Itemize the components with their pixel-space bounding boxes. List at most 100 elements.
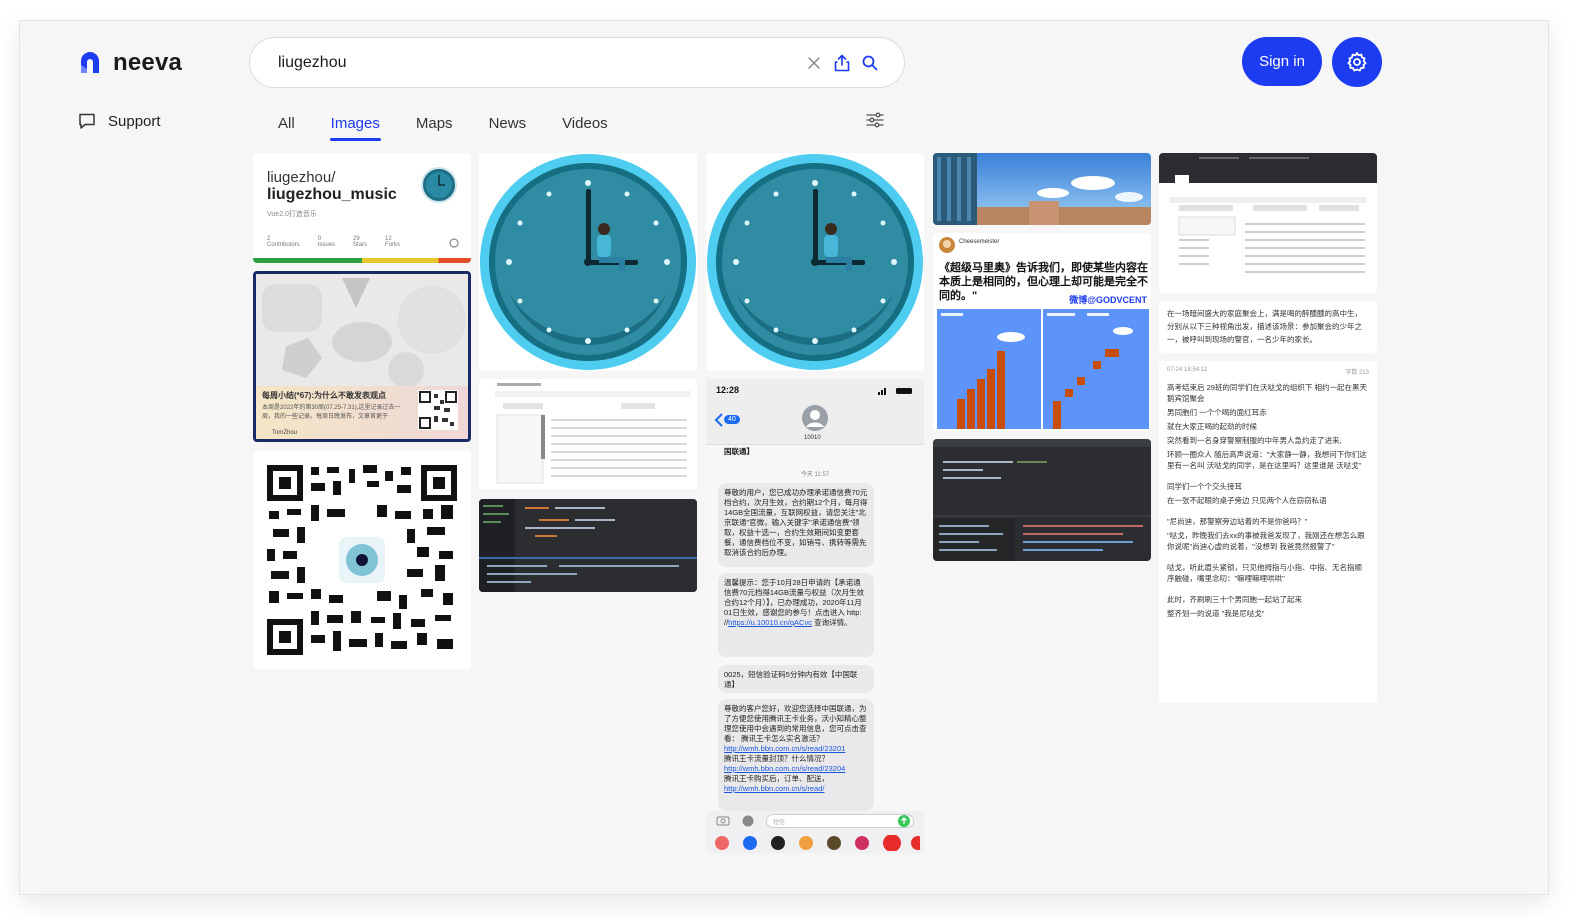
image-result-code-editor-2[interactable]: [933, 439, 1151, 561]
github-description: Vue2.0打造音乐: [267, 211, 317, 218]
clear-icon[interactable]: [800, 56, 828, 70]
article-line: 哒戈，听此眉头紧锁，只见他拇指与小指、中指、无名指顺序触碰，嘴里念叨："嘛哩嘛哩…: [1167, 563, 1362, 583]
language-bar: [253, 258, 471, 263]
message-4-link-3[interactable]: http://wmh.bbn.com.cn/s/read/: [724, 784, 824, 793]
contact-name: 10010: [804, 435, 821, 441]
message-4-question-2: 腾讯王卡流量封顶？什么情况？: [724, 754, 829, 763]
image-result-blog-card[interactable]: 每周小结(*67):为什么不敢发表观点 本周是2022年的第30周(07.25-…: [253, 271, 471, 442]
message-2-tail: 查询详情。: [811, 618, 852, 627]
article-wordcount: 字数 213: [1345, 370, 1369, 376]
status-icons: [878, 388, 912, 395]
status-time: 12:28: [716, 385, 740, 395]
article-line: 在一张不起眼的桌子旁边 只见两个人在窃窃私语: [1167, 496, 1327, 505]
article-intro: 在一场暗间盛大的家庭聚会上，满是喝的醉醺醺的高中生，分别从以下三种视角出发，描述…: [1167, 309, 1362, 344]
filter-icon[interactable]: [866, 112, 884, 133]
forks-label: Forks: [385, 242, 401, 248]
contact-avatar: [802, 405, 828, 431]
support-link[interactable]: Support: [78, 112, 161, 130]
image-result-clock-2[interactable]: [706, 153, 924, 371]
message-date: 今天 11:57: [800, 472, 830, 478]
image-result-admin-screenshot[interactable]: [1159, 153, 1377, 293]
blog-shapes-image: [256, 274, 468, 386]
article-meta: 07-24 18:54:12 字数 213: [1167, 367, 1369, 376]
article-line: 此时，齐刷刷三十个男同胞一起站了起来: [1167, 595, 1302, 604]
back-chevron-icon[interactable]: [714, 413, 724, 427]
article-line: 整齐划一的说道 "我是尼哒戈": [1167, 609, 1265, 618]
clock-image: [479, 153, 697, 371]
article-line: 环顾一圈众人 随后高声说道："大家静一静，我想问下你们这里有一名叫 沃哒戈的同学…: [1167, 450, 1367, 470]
support-label: Support: [108, 112, 161, 130]
tab-news[interactable]: News: [471, 105, 545, 141]
repo-avatar: [421, 167, 457, 203]
image-result-chat-screenshot[interactable]: 12:28 40 10010 国联通】 今天 11:57 尊敬的用户，您已成功办…: [706, 379, 924, 853]
image-result-article-body[interactable]: 07-24 18:54:12 字数 213 高考结束后 29班的同学们在沃哒戈的…: [1159, 361, 1377, 703]
settings-button[interactable]: [1332, 37, 1382, 87]
blog-author: TomZhou: [272, 430, 298, 436]
search-tabs: All Images Maps News Videos: [260, 105, 626, 141]
article-date: 07-24 18:54:12: [1167, 367, 1208, 373]
camera-icon[interactable]: [716, 815, 730, 826]
github-stats: 2 Contributors 0 Issues 29 Stars 12 Forks: [267, 236, 400, 248]
tab-images[interactable]: Images: [313, 105, 398, 141]
contributors-label: Contributors: [267, 242, 300, 248]
meme-username: Cheesemeister: [959, 239, 1000, 245]
code-editor-image: [479, 499, 697, 592]
image-result-clock-1[interactable]: [479, 153, 697, 371]
message-2-link[interactable]: https://u.10010.cn/qACvc: [728, 618, 812, 627]
app-drawer-icons[interactable]: [714, 835, 920, 851]
neeva-logo[interactable]: neeva: [78, 49, 182, 77]
tab-maps[interactable]: Maps: [398, 105, 471, 141]
city-skyline-image: [933, 153, 1151, 225]
message-input[interactable]: 短信: [766, 814, 914, 828]
github-repo: liugezhou_music: [267, 186, 397, 203]
article-line: 男同胞们 一个个喝的面红耳赤: [1167, 408, 1267, 417]
message-1: 尊敬的用户，您已成功办理承诺通信费70元档合约，次月生效，合约期12个月，每月得…: [718, 483, 874, 567]
send-icon[interactable]: [898, 815, 910, 827]
search-icon[interactable]: [856, 55, 884, 71]
user-avatar: [939, 237, 955, 253]
neeva-logo-icon: [81, 52, 99, 73]
blog-title: 每周小结(*67):为什么不敢发表观点: [262, 391, 387, 400]
message-4-link-2[interactable]: http://wmh.bbn.com.cn/s/read/23204: [724, 764, 845, 773]
message-4: 尊敬的客户您好，欢迎您选择中国联通，为了方便您使用腾讯王卡业务，沃小知精心整理您…: [718, 699, 874, 811]
article-line: 就在大家正喝的起劲的时候: [1167, 422, 1257, 431]
tab-all[interactable]: All: [260, 105, 313, 141]
gear-icon: [1347, 52, 1367, 72]
image-result-code-editor-1[interactable]: [479, 499, 697, 592]
article-line: 高考结束后 29班的同学们在沃哒戈的组织下 相约一起在黑天鹅宾馆聚会: [1167, 383, 1368, 403]
image-result-mario-meme[interactable]: Cheesemeister 《超级马里奥》告诉我们，即使某些内容在本质上是相同的…: [933, 233, 1151, 431]
qr-code-image: [267, 465, 457, 655]
browser-window: neeva Support Sign in All Image: [20, 21, 1548, 894]
message-4-link-1[interactable]: http://wmh.bbn.com.cn/s/read/23201: [724, 744, 845, 753]
app-store-icon[interactable]: [742, 815, 754, 827]
chat-bubble-icon: [79, 113, 95, 129]
image-result-qr-code[interactable]: [253, 451, 471, 669]
search-input[interactable]: [278, 53, 800, 72]
clock-image: [706, 153, 924, 371]
article-line: 同学们一个个交头接耳: [1167, 482, 1242, 491]
admin-screenshot-image: [1159, 153, 1377, 293]
image-result-table-screenshot[interactable]: [479, 379, 697, 489]
blog-excerpt: 本周是2022年的第30周(07.25-7.31),这里记录过去一周，我的一些记…: [262, 405, 401, 420]
github-icon: [449, 238, 459, 248]
code-editor-image: [933, 439, 1151, 561]
tab-videos[interactable]: Videos: [544, 105, 626, 141]
stars-label: Stars: [353, 242, 368, 248]
brand-name: neeva: [113, 49, 183, 76]
article-line: "尼尚迪，那警察旁边站着的不是你爸吗？": [1167, 517, 1308, 526]
github-owner: liugezhou/: [267, 169, 336, 186]
issues-label: Issues: [317, 242, 336, 248]
message-2: 温馨提示：您于10月28日申请的【承诺通信费70元档得14GB流量与权益（次月生…: [718, 573, 874, 657]
article-line: 突然看到一名身穿警察制服的中年男人急约走了进来,: [1167, 436, 1342, 445]
message-3: 0025，短信验证码5分钟内有效【中国联通】: [718, 665, 874, 693]
image-result-city-skyline[interactable]: [933, 153, 1151, 225]
image-result-article-intro[interactable]: 在一场暗间盛大的家庭聚会上，满是喝的醉醺醺的高中生，分别从以下三种视角出发，描述…: [1159, 301, 1377, 353]
message-4-question-1: 腾讯王卡怎么实名激活？: [741, 734, 824, 743]
message-header: 国联通】: [724, 447, 754, 456]
sign-in-button[interactable]: Sign in: [1242, 37, 1322, 86]
message-4-question-3: 腾讯王卡购买后，订单、配送，: [724, 774, 829, 783]
table-screenshot-image: [479, 379, 697, 489]
unread-badge: 40: [724, 415, 740, 424]
share-icon[interactable]: [828, 54, 856, 72]
image-result-github-card[interactable]: liugezhou/ liugezhou_music Vue2.0打造音乐 2C…: [253, 153, 471, 263]
